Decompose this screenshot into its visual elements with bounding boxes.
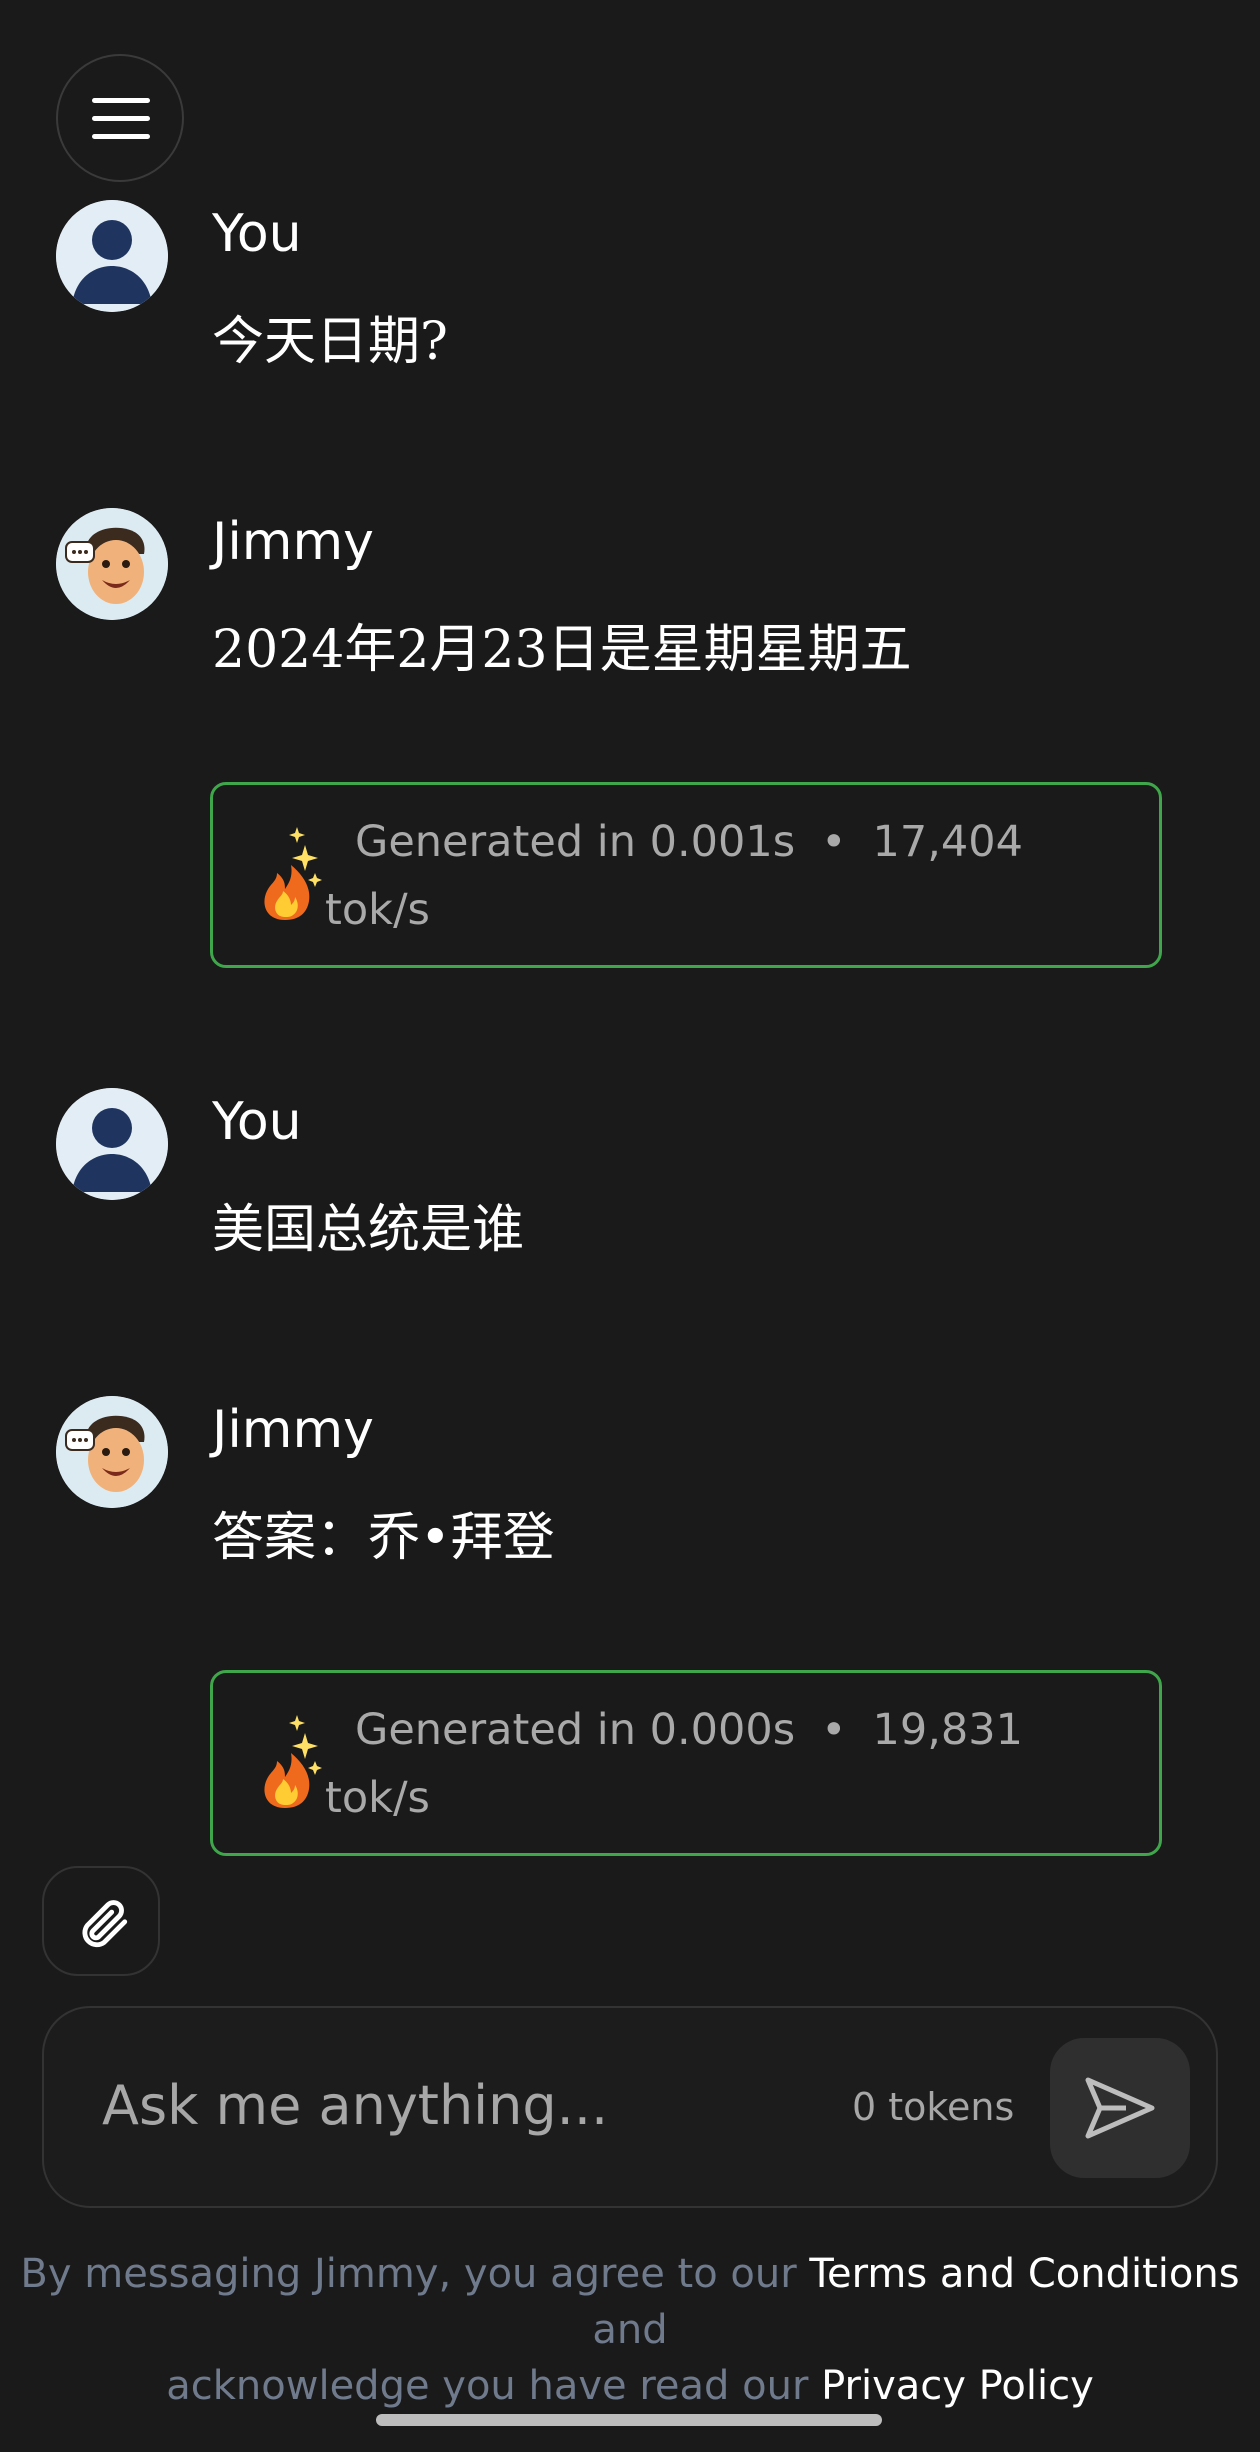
legal-text: By messaging Jimmy, you agree to our [20, 2251, 797, 2297]
paperclip-icon [82, 1900, 128, 1948]
message-sender: Jimmy [212, 512, 374, 572]
legal-text: acknowledge you have read our [166, 2363, 809, 2409]
generation-stats: Generated in 0.001s • 17,404 tok/s [210, 782, 1162, 968]
jimmy-avatar-icon [56, 1396, 168, 1508]
token-rate-unit: tok/s [325, 1773, 430, 1823]
token-rate: 19,831 [872, 1705, 1024, 1755]
legal-line-2: acknowledge you have read our Privacy Po… [0, 2358, 1260, 2414]
generation-time-text: Generated in 0.001s [355, 817, 796, 867]
message-input[interactable]: Ask me anything... [102, 2072, 608, 2140]
jimmy-avatar [56, 1396, 168, 1508]
terms-link[interactable]: Terms and Conditions [809, 2251, 1239, 2297]
generation-time-text: Generated in 0.000s [355, 1705, 796, 1755]
hamburger-icon-middle [92, 116, 150, 121]
send-button[interactable] [1050, 2038, 1190, 2178]
attach-button[interactable] [42, 1866, 160, 1976]
fire-sparkle-icon [264, 1715, 322, 1808]
message-user: You 今天日期? [56, 200, 1156, 400]
generation-time: Generated in 0.000s • 19,831 [355, 1703, 1023, 1757]
user-avatar [56, 200, 168, 312]
fire-sparkle-icon [264, 827, 322, 920]
legal-text: and [592, 2307, 668, 2353]
message-assistant: Jimmy 2024年2月23日是星期星期五 [56, 508, 1156, 708]
token-rate-unit: tok/s [325, 885, 430, 935]
token-counter: 0 tokens [852, 2085, 1015, 2129]
message-text: 美国总统是谁 [212, 1200, 525, 1260]
legal-footer: By messaging Jimmy, you agree to our Ter… [0, 2246, 1260, 2414]
send-icon [1085, 2077, 1155, 2139]
generation-stats: Generated in 0.000s • 19,831 tok/s [210, 1670, 1162, 1856]
message-sender: Jimmy [212, 1400, 374, 1460]
message-sender: You [212, 204, 302, 264]
message-sender: You [212, 1092, 302, 1152]
generation-time: Generated in 0.001s • 17,404 [355, 815, 1023, 869]
message-composer: Ask me anything... 0 tokens [42, 2006, 1218, 2208]
user-avatar [56, 1088, 168, 1200]
hamburger-icon-bottom [92, 134, 150, 139]
message-user: You 美国总统是谁 [56, 1088, 1156, 1288]
jimmy-avatar [56, 508, 168, 620]
jimmy-avatar-icon [56, 508, 168, 620]
stats-separator: • [821, 1705, 847, 1755]
user-avatar-icon [56, 1088, 168, 1200]
token-rate: 17,404 [872, 817, 1024, 867]
legal-line-1: By messaging Jimmy, you agree to our Ter… [0, 2246, 1260, 2358]
privacy-link[interactable]: Privacy Policy [821, 2363, 1094, 2409]
menu-button[interactable] [56, 54, 230, 182]
message-text: 答案：乔•拜登 [212, 1508, 555, 1568]
message-text: 今天日期? [212, 312, 448, 372]
message-assistant: Jimmy 答案：乔•拜登 [56, 1396, 1156, 1596]
hamburger-icon [92, 98, 150, 103]
home-indicator[interactable] [376, 2414, 882, 2426]
stats-separator: • [821, 817, 847, 867]
message-text: 2024年2月23日是星期星期五 [212, 620, 912, 680]
user-avatar-icon [56, 200, 168, 312]
